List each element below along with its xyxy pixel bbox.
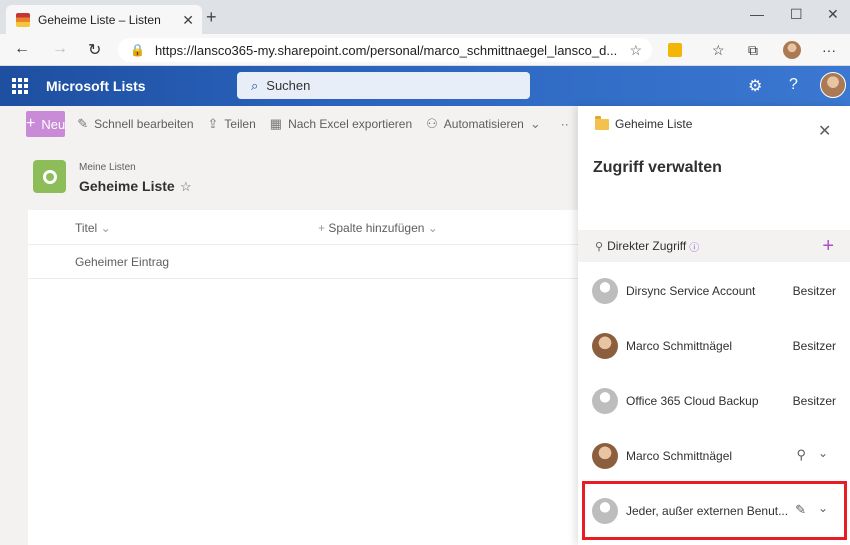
collections-icon[interactable]: ⧉ [748,42,758,59]
avatar [592,498,618,524]
extension-icon[interactable] [668,43,682,57]
person-name: Jeder, außer externen Benut... [626,504,789,518]
avatar [592,278,618,304]
url-text: https://lansco365-my.sharepoint.com/pers… [154,42,618,58]
avatar [592,333,618,359]
list-grid: Titel ⌄ + Spalte hinzufügen ⌄ Geheimer E… [28,210,578,545]
app-name[interactable]: Microsoft Lists [46,78,146,94]
access-entry[interactable]: Dirsync Service Account Besitzer [578,264,850,319]
new-button-label: Neu [41,116,66,132]
list-icon [33,160,66,193]
grid-header: Titel ⌄ + Spalte hinzufügen ⌄ [28,210,578,245]
maximize-icon[interactable]: ☐ [790,6,803,23]
avatar [592,443,618,469]
user-avatar[interactable] [820,72,846,98]
new-button[interactable]: + Neu [26,111,66,137]
more-commands-label: ·· [560,117,569,131]
access-entry[interactable]: Jeder, außer externen Benut... ✎ ⌄ [578,484,850,539]
column-title-label: Titel [75,221,98,235]
help-icon[interactable]: ? [789,76,798,94]
list-header: Meine Listen Geheime Liste ☆ [0,142,578,210]
tab-close-icon[interactable]: ✕ [182,12,194,29]
breadcrumb[interactable]: Meine Listen [79,162,136,173]
chevron-down-icon: ⌄ [100,221,111,235]
search-icon: ⌕ [251,77,259,93]
new-tab-button[interactable]: + [206,7,217,28]
add-column-button[interactable]: + Spalte hinzufügen ⌄ [318,221,438,235]
page-title: Geheime Liste [79,178,175,194]
folder-icon [595,115,609,130]
row-title-cell: Geheimer Eintrag [75,255,170,269]
favorites-icon[interactable]: ☆ [712,42,725,59]
section-label: Direkter Zugriff [607,239,687,253]
add-access-button[interactable]: + [822,235,834,258]
back-arrow-icon[interactable]: ← [14,40,30,58]
info-icon[interactable]: ⓘ [689,239,699,254]
search-placeholder: Suchen [266,78,311,93]
person-key-icon: ⚲ [595,240,604,253]
share-button[interactable]: ⇪ Teilen [208,116,256,132]
browser-tab[interactable]: Geheime Liste – Listen ✕ [6,5,202,34]
person-role: Besitzer [792,284,836,298]
person-name: Marco Schmittnägel [626,339,733,353]
more-options-icon[interactable]: ··· [822,42,836,58]
access-entry[interactable]: Office 365 Cloud Backup Besitzer [578,374,850,429]
favorite-star-icon[interactable]: ☆ [180,179,192,195]
address-toolbar: ← → ↻ 🔒 https://lansco365-my.sharepoint.… [0,34,850,66]
automate-button[interactable]: ⚇ Automatisieren ⌄ [426,116,547,132]
column-header-title[interactable]: Titel ⌄ [75,221,111,235]
tab-title: Geheime Liste – Listen [38,12,161,27]
quick-edit-label: Schnell bearbeiten [94,117,194,131]
plus-icon: + [26,115,36,132]
close-icon[interactable]: ✕ [818,121,831,141]
refresh-icon[interactable]: ↻ [88,40,101,60]
app-launcher-icon[interactable] [12,78,28,94]
favorite-star-icon[interactable]: ☆ [629,42,642,59]
panel-title: Zugriff verwalten [593,159,722,176]
export-excel-label: Nach Excel exportieren [288,117,413,131]
lock-icon: 🔒 [130,43,145,57]
browser-profile-avatar[interactable] [783,41,801,59]
share-icon: ⇪ [207,116,219,131]
suite-bar: Microsoft Lists ⌕ Suchen ⚙ ? [0,66,850,106]
excel-icon: ▦ [269,116,283,131]
person-name: Office 365 Cloud Backup [626,394,759,408]
person-role: Besitzer [792,339,836,353]
chevron-down-icon: ⌄ [427,221,438,235]
minimize-icon[interactable]: — [750,6,764,22]
direct-access-section: ⚲ Direkter Zugriff ⓘ + [578,230,850,262]
access-entry[interactable]: Marco Schmittnägel ⚲ ⌄ [578,429,850,484]
edit-off-icon[interactable]: ✎ [795,502,806,518]
panel-context-label: Geheime Liste [615,117,693,131]
plus-icon: + [318,221,329,235]
person-edit-icon[interactable]: ⚲ [796,447,806,463]
more-commands-button[interactable]: ·· [561,117,569,131]
window-close-icon[interactable]: ✕ [827,6,839,23]
person-name: Dirsync Service Account [626,284,756,298]
panel-context: Geheime Liste [595,115,693,131]
browser-tab-bar: Geheime Liste – Listen ✕ + — ☐ ✕ [0,0,850,34]
person-name: Marco Schmittnägel [626,449,733,463]
quick-edit-button[interactable]: ✎ Schnell bearbeiten [77,116,193,132]
forward-arrow-icon[interactable]: → [52,40,68,58]
url-field[interactable]: 🔒 https://lansco365-my.sharepoint.com/pe… [118,38,652,62]
person-role: Besitzer [792,394,836,408]
search-input[interactable]: ⌕ Suchen [237,72,530,99]
chevron-down-icon[interactable]: ⌄ [818,446,828,460]
chevron-down-icon: ⌄ [529,116,541,131]
pencil-icon: ✎ [77,116,89,131]
chevron-down-icon[interactable]: ⌄ [818,501,828,515]
automate-label: Automatisieren [443,117,524,131]
access-entry[interactable]: Marco Schmittnägel Besitzer [578,319,850,374]
settings-gear-icon[interactable]: ⚙ [748,76,762,96]
add-column-label: Spalte hinzufügen [328,221,425,235]
avatar [592,388,618,414]
table-row[interactable]: Geheimer Eintrag [28,245,578,279]
manage-access-panel: Geheime Liste ✕ Zugriff verwalten ⚲ Dire… [578,106,850,545]
share-label: Teilen [224,117,256,131]
command-bar: + Neu ✎ Schnell bearbeiten ⇪ Teilen ▦ Na… [0,106,578,142]
export-excel-button[interactable]: ▦ Nach Excel exportieren [270,116,412,132]
automate-icon: ⚇ [426,116,438,131]
lists-favicon-icon [16,12,30,27]
